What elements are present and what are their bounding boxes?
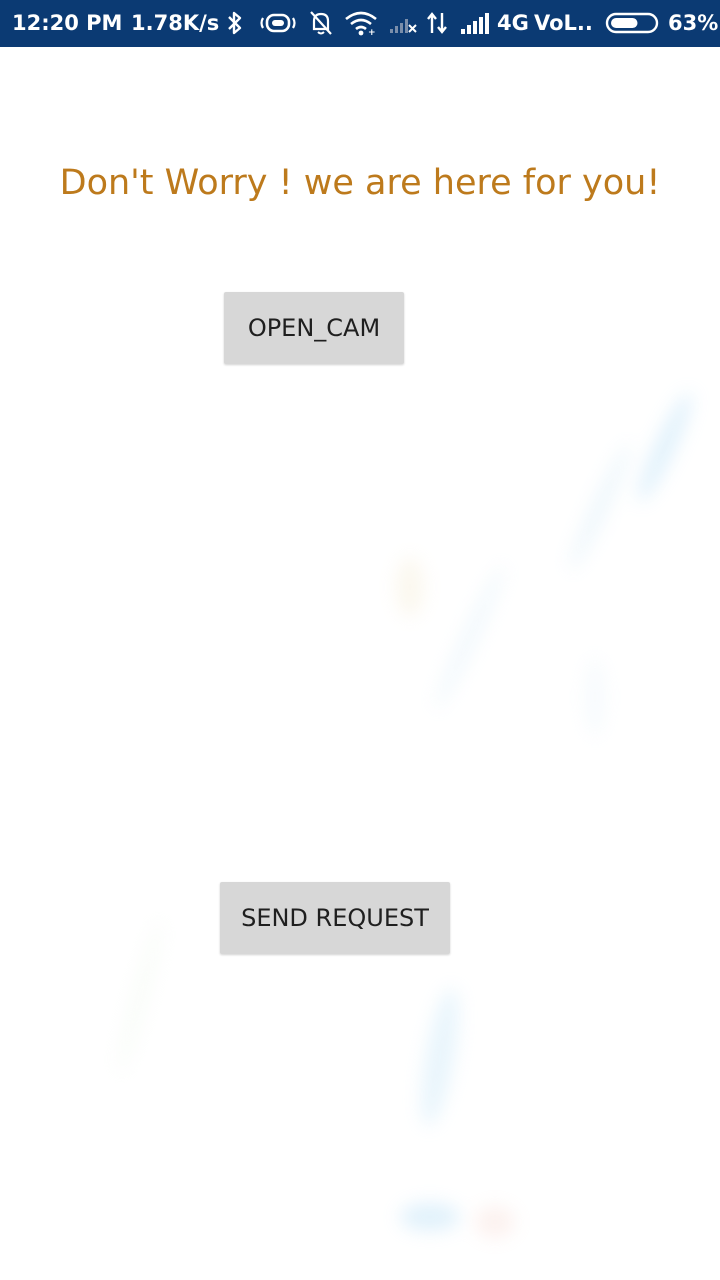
- page-headline: Don't Worry ! we are here for you!: [59, 163, 661, 203]
- status-time: 12:20 PM: [12, 11, 123, 35]
- no-signal-icon: [387, 9, 419, 37]
- status-carrier: VoL..: [534, 11, 593, 35]
- wifi-icon: +: [343, 9, 379, 37]
- svg-text:+: +: [368, 28, 376, 36]
- vibrate-icon: [259, 9, 297, 37]
- battery-icon: [604, 9, 662, 37]
- status-battery-percent: 63%: [668, 11, 719, 35]
- status-network-type: 4G: [497, 11, 529, 35]
- open-cam-button[interactable]: OPEN_CAM: [224, 292, 404, 364]
- bluetooth-icon: [224, 9, 246, 37]
- status-net-speed: 1.78K/s: [131, 11, 220, 35]
- background-art: [117, 392, 692, 1238]
- signal-icon: [458, 9, 492, 37]
- send-request-button[interactable]: SEND REQUEST: [220, 882, 450, 954]
- silent-bell-icon: [308, 9, 334, 37]
- data-arrows-icon: [425, 9, 449, 37]
- status-bar: 12:20 PM 1.78K/s + 4G VoL.. 63%: [0, 0, 720, 47]
